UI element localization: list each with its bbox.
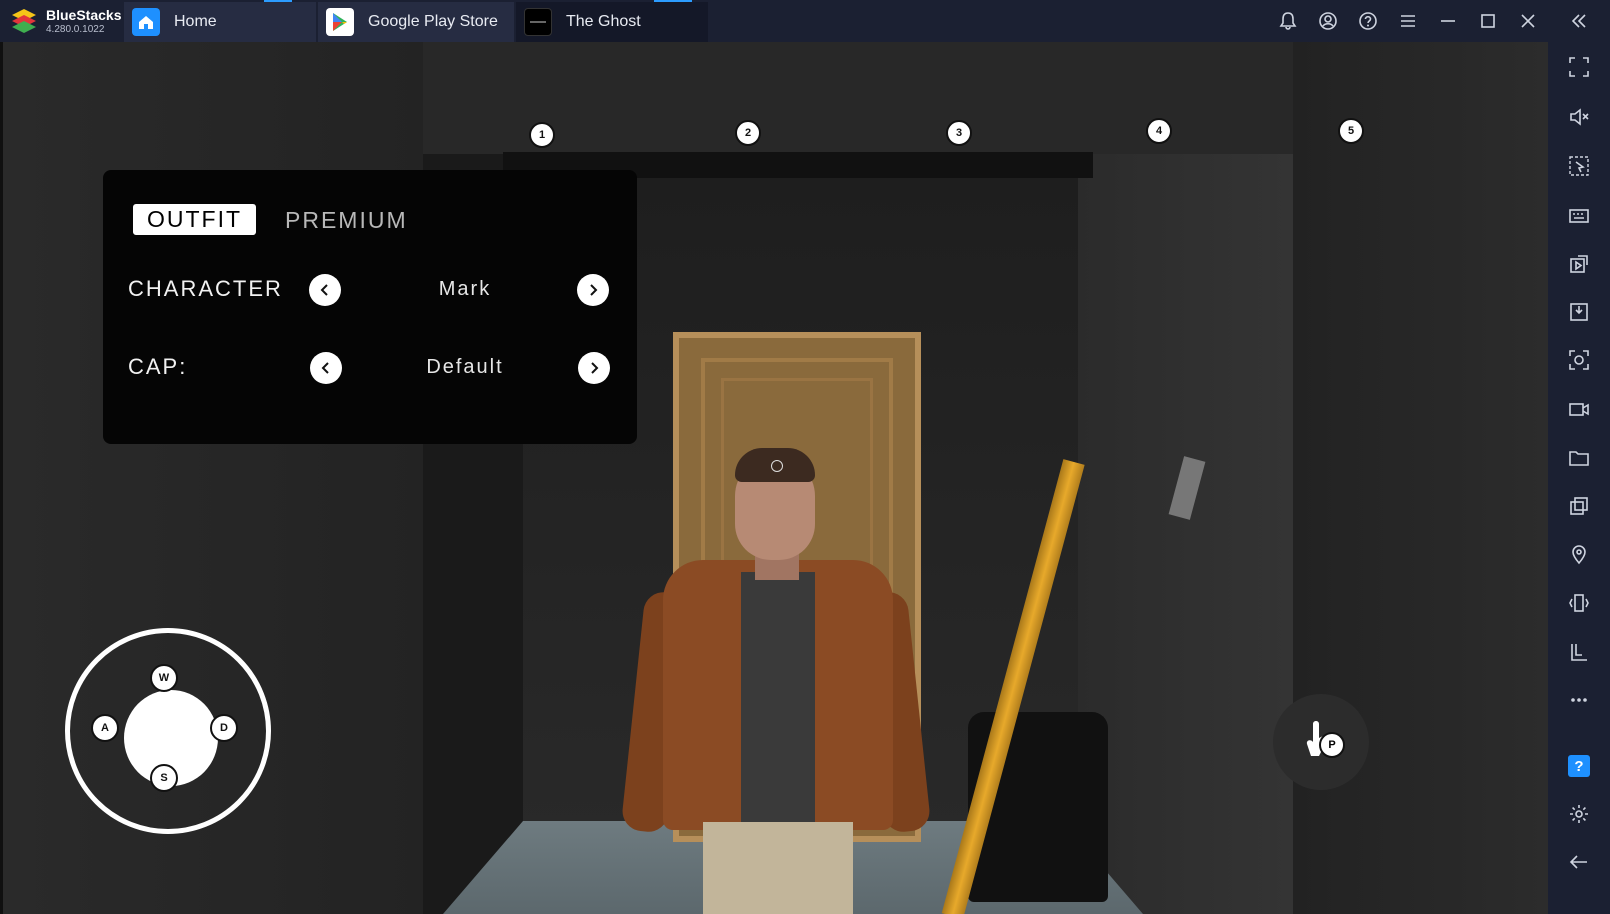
collapse-sidebar-icon[interactable] [1548,0,1610,42]
folder-icon[interactable] [1548,436,1610,480]
keyboard-icon[interactable] [1548,193,1610,237]
alcove-right-wall [1078,154,1293,914]
bluestacks-logo-icon [8,6,40,36]
back-icon[interactable] [1548,840,1610,884]
play-store-icon [326,8,354,36]
key-marker-3[interactable]: 3 [946,120,972,146]
rotate-icon[interactable] [1548,630,1610,674]
tab-label: Google Play Store [368,13,498,30]
character-value: Mark [438,278,492,300]
screenshot-icon[interactable] [1548,338,1610,382]
cap-value: Default [426,356,504,378]
crosshair-icon [771,460,783,472]
chevron-right-icon [590,284,598,296]
brand-name: BlueStacks [46,6,122,23]
apk-install-icon[interactable] [1548,290,1610,334]
game-thumbnail-icon [524,8,552,36]
tab-home[interactable]: Home [124,0,318,42]
cap-next-button[interactable] [578,352,610,384]
key-marker-5[interactable]: 5 [1338,118,1364,144]
bluestacks-window: BlueStacks 4.280.0.1022 Home Google Play… [0,0,1610,914]
key-w: W [150,664,178,692]
key-marker-1[interactable]: 1 [529,122,555,148]
tab-outfit[interactable]: OUTFIT [133,204,257,235]
record-icon[interactable] [1548,387,1610,431]
tab-label: The Ghost [566,13,641,30]
tab-premium[interactable]: PREMIUM [285,207,408,234]
key-marker-4[interactable]: 4 [1146,118,1172,144]
cap-prev-button[interactable] [310,352,342,384]
multi-instance-icon[interactable] [1548,484,1610,528]
account-icon[interactable] [1308,0,1348,42]
tab-label: Home [174,13,217,30]
menu-icon[interactable] [1388,0,1428,42]
chevron-left-icon [321,362,329,374]
right-sidebar: ? [1548,42,1610,914]
tab-the-ghost[interactable]: The Ghost [516,0,710,42]
brand-version: 4.280.0.1022 [46,23,105,35]
key-d: D [210,714,238,742]
tab-google-play-store[interactable]: Google Play Store [318,2,516,42]
home-icon [132,8,160,36]
chevron-left-icon [320,284,328,296]
game-viewport[interactable]: 1 2 3 4 5 OUTFIT PREMIUM CHARACTER Mark … [0,42,1548,914]
help-button[interactable]: ? [1548,744,1610,788]
character-label: CHARACTER [128,276,283,301]
location-icon[interactable] [1548,532,1610,576]
key-marker-2[interactable]: 2 [735,120,761,146]
maximize-icon[interactable] [1468,0,1508,42]
shake-icon[interactable] [1548,581,1610,625]
more-icon[interactable] [1548,678,1610,722]
character-prev-button[interactable] [309,274,341,306]
key-p: P [1319,732,1345,758]
chevron-right-icon [591,362,599,374]
fullscreen-icon[interactable] [1548,45,1610,89]
bell-icon[interactable] [1268,0,1308,42]
brand: BlueStacks 4.280.0.1022 [0,0,124,42]
title-actions [1268,0,1610,42]
character-next-button[interactable] [577,274,609,306]
help-icon[interactable] [1348,0,1388,42]
pointer-select-icon[interactable] [1548,144,1610,188]
close-icon[interactable] [1508,0,1548,42]
title-bar: BlueStacks 4.280.0.1022 Home Google Play… [0,0,1610,42]
cap-label: CAP: [128,354,188,379]
help-icon: ? [1568,755,1590,777]
media-import-icon[interactable] [1548,242,1610,286]
key-s: S [150,764,178,792]
minimize-icon[interactable] [1428,0,1468,42]
outfit-panel: OUTFIT PREMIUM CHARACTER Mark CAP: Defau… [103,170,637,444]
mute-icon[interactable] [1548,95,1610,139]
key-a: A [91,714,119,742]
character-mark [620,442,932,914]
settings-icon[interactable] [1548,792,1610,836]
